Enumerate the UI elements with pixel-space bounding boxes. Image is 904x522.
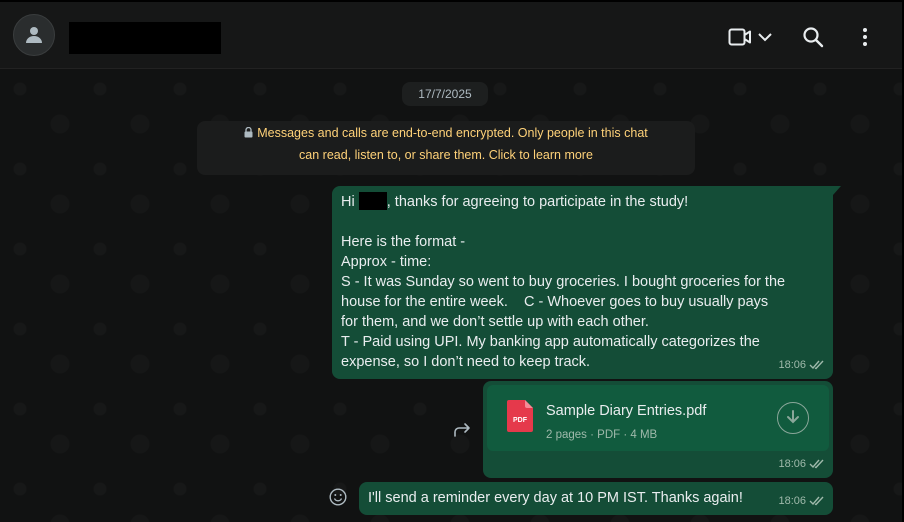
document-card[interactable]: PDF Sample Diary Entries.pdf 2 pages · P… xyxy=(487,385,829,451)
document-name: Sample Diary Entries.pdf xyxy=(546,403,707,419)
message-text: Hi , thanks for agreeing to participate … xyxy=(341,192,824,372)
encryption-notice-line1: Messages and calls are end-to-end encryp… xyxy=(257,126,648,140)
menu-icon xyxy=(863,28,867,46)
pdf-file-icon: PDF xyxy=(507,400,533,432)
message-line: for them, and we don’t settle up with ea… xyxy=(341,314,649,330)
date-chip: 17/7/2025 xyxy=(402,82,488,106)
bubble-tail xyxy=(833,186,841,195)
message-line: house for the entire week. C - Whoever g… xyxy=(341,294,769,310)
double-check-icon xyxy=(809,459,824,469)
message-meta: 18:06 xyxy=(778,454,825,474)
double-check-icon xyxy=(809,360,824,370)
pdf-badge: PDF xyxy=(513,417,528,424)
document-message-bubble[interactable]: PDF Sample Diary Entries.pdf 2 pages · P… xyxy=(483,381,833,478)
download-button[interactable] xyxy=(777,402,809,434)
chat-area[interactable]: 17/7/2025 Messages and calls are end-to-… xyxy=(0,69,902,522)
message-line: expense, so I don’t need to keep track. xyxy=(341,354,591,370)
lock-icon xyxy=(244,127,253,138)
message-line: Hi xyxy=(341,194,359,210)
message-time: 18:06 xyxy=(778,458,806,470)
message-line: Here is the format - xyxy=(341,234,466,250)
document-info: 2 pages · PDF · 4 MB xyxy=(546,429,658,441)
message-bubble[interactable]: I'll send a reminder every day at 10 PM … xyxy=(359,482,833,515)
contact-avatar[interactable] xyxy=(13,14,55,56)
chat-header xyxy=(0,2,902,69)
message-time: 18:06 xyxy=(778,359,806,371)
video-call-icon xyxy=(728,28,751,46)
whatsapp-window: 17/7/2025 Messages and calls are end-to-… xyxy=(0,0,904,522)
message-line: S - It was Sunday so went to buy groceri… xyxy=(341,274,786,290)
forward-icon[interactable] xyxy=(453,422,473,438)
download-icon xyxy=(787,410,799,424)
message-meta: 18:06 xyxy=(778,355,825,375)
double-check-icon xyxy=(809,496,824,506)
contact-name[interactable] xyxy=(69,22,221,54)
message-time: 18:06 xyxy=(778,495,806,507)
message-line: Approx - time: xyxy=(341,254,432,270)
message-bubble[interactable]: Hi , thanks for agreeing to participate … xyxy=(332,186,833,379)
menu-button[interactable] xyxy=(854,22,876,52)
chevron-down-icon xyxy=(757,33,772,42)
encryption-notice-line2: can read, listen to, or share them. Clic… xyxy=(299,148,593,162)
search-button[interactable] xyxy=(800,22,826,52)
encryption-notice[interactable]: Messages and calls are end-to-end encryp… xyxy=(197,121,695,175)
message-text: I'll send a reminder every day at 10 PM … xyxy=(368,490,743,506)
person-icon xyxy=(26,27,42,43)
search-icon xyxy=(803,27,824,48)
message-line: , thanks for agreeing to participate in … xyxy=(386,194,689,210)
redacted-name xyxy=(358,192,387,210)
video-call-button[interactable] xyxy=(724,22,776,52)
message-line: T - Paid using UPI. My banking app autom… xyxy=(341,334,760,350)
message-meta: 18:06 xyxy=(778,491,825,511)
emoji-reaction-icon[interactable] xyxy=(329,488,347,506)
